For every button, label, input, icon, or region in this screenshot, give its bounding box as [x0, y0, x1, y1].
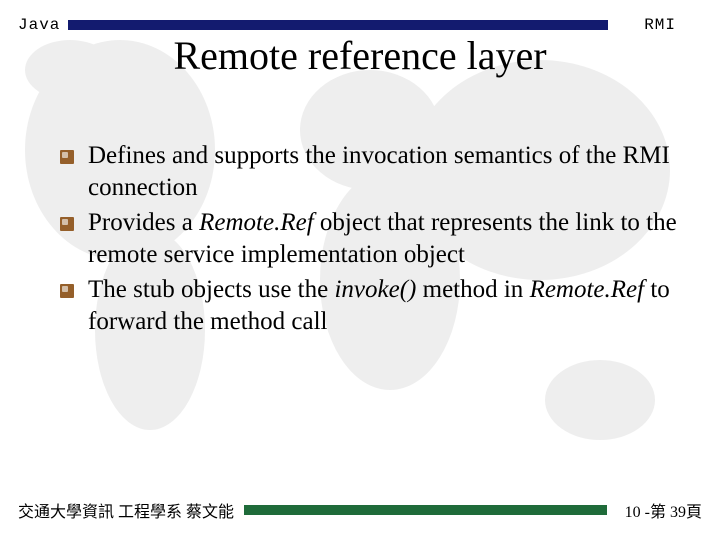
bullet-list: Defines and supports the invocation sema…	[60, 140, 690, 341]
footer-bar	[244, 505, 607, 515]
list-item-text: Defines and supports the invocation sema…	[88, 140, 690, 203]
list-item: The stub objects use the invoke() method…	[60, 274, 690, 337]
slide-title: Remote reference layer	[0, 32, 720, 79]
header-bar	[68, 20, 608, 30]
list-item-text: The stub objects use the invoke() method…	[88, 274, 690, 337]
bullet-icon	[60, 284, 74, 298]
list-item: Provides a Remote.Ref object that repres…	[60, 207, 690, 270]
list-item: Defines and supports the invocation sema…	[60, 140, 690, 203]
footer-left-label: 交通大學資訊 工程學系 蔡文能	[18, 498, 234, 522]
bullet-icon	[60, 150, 74, 164]
bullet-icon	[60, 217, 74, 231]
slide-footer: 交通大學資訊 工程學系 蔡文能 10 -第 39頁	[0, 498, 720, 522]
footer-right-label: 10 -第 39頁	[625, 498, 702, 522]
list-item-text: Provides a Remote.Ref object that repres…	[88, 207, 690, 270]
